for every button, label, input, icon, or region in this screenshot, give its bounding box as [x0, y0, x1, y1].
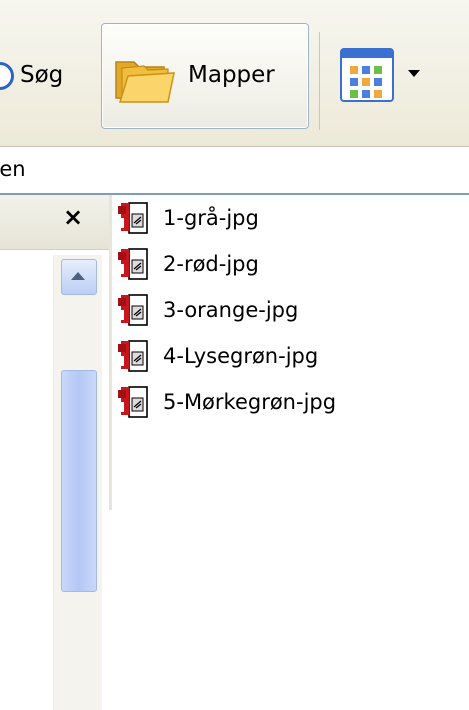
folders-button-label: Mapper: [188, 62, 275, 88]
search-button[interactable]: Søg: [0, 36, 92, 126]
folders-button[interactable]: Mapper: [101, 23, 309, 129]
file-item[interactable]: 3-orange-jpg: [113, 287, 469, 333]
scroll-up-button[interactable]: [61, 259, 97, 295]
search-icon: [0, 62, 14, 90]
address-bar: ben: [0, 147, 469, 193]
folders-pane-header: ×: [0, 195, 109, 250]
scroll-thumb[interactable]: [61, 370, 97, 592]
file-name: 2-rød-jpg: [163, 252, 259, 276]
file-shortcut-icon: [118, 386, 148, 418]
file-shortcut-icon: [118, 294, 148, 326]
file-item[interactable]: 1-grå-jpg: [113, 195, 469, 241]
file-name: 1-grå-jpg: [163, 206, 259, 230]
views-icon: [340, 48, 394, 102]
file-item[interactable]: 4-Lysegrøn-jpg: [113, 333, 469, 379]
file-name: 5-Mørkegrøn-jpg: [163, 390, 337, 414]
file-item[interactable]: 2-rød-jpg: [113, 241, 469, 287]
vertical-scrollbar[interactable]: [53, 255, 102, 710]
folder-icon: [115, 61, 175, 103]
chevron-down-icon[interactable]: [408, 70, 420, 77]
address-label: ben: [0, 157, 26, 181]
close-icon[interactable]: ×: [63, 205, 83, 229]
search-button-label: Søg: [20, 62, 64, 88]
toolbar-separator: [319, 32, 320, 130]
file-shortcut-icon: [118, 340, 148, 372]
views-button[interactable]: [340, 48, 426, 106]
file-name: 3-orange-jpg: [163, 298, 299, 322]
file-item[interactable]: 5-Mørkegrøn-jpg: [113, 379, 469, 425]
chevron-up-icon: [71, 272, 85, 280]
file-name: 4-Lysegrøn-jpg: [163, 344, 319, 368]
file-list: 1-grå-jpg 2-rød-jpg 3-orange-jpg 4-Lyseg…: [113, 195, 469, 510]
file-shortcut-icon: [118, 202, 148, 234]
folders-pane: ×: [0, 195, 109, 710]
pane-splitter[interactable]: [109, 195, 112, 510]
file-shortcut-icon: [118, 248, 148, 280]
